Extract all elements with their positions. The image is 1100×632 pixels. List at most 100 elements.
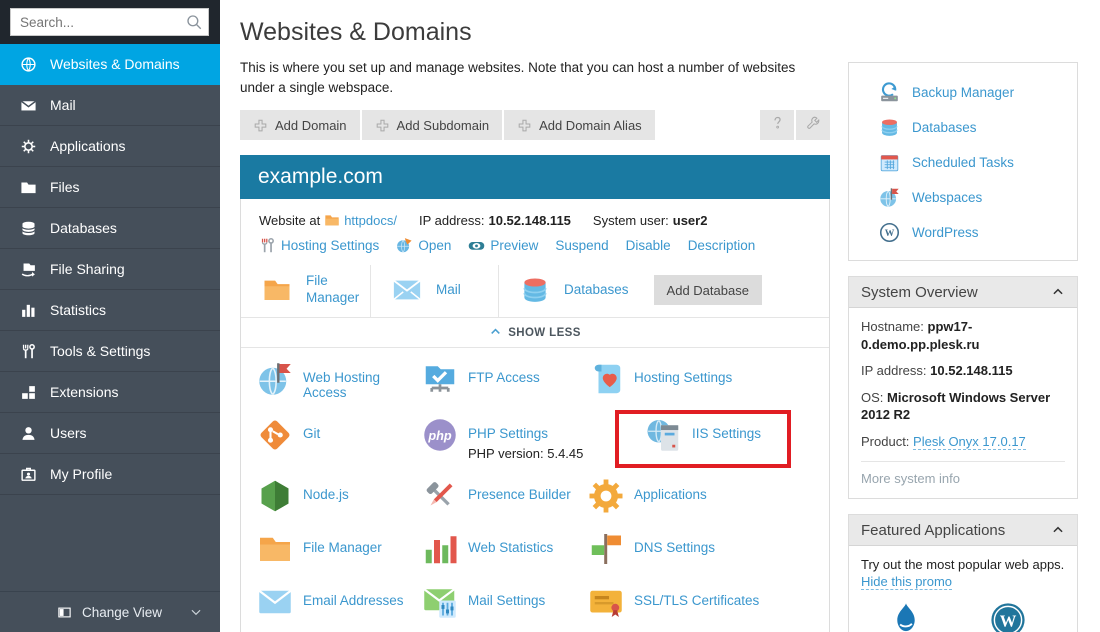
sidebar-item-label: File Sharing bbox=[50, 261, 125, 277]
help-button[interactable] bbox=[760, 110, 794, 140]
grid-item-iis-settings[interactable]: IIS Settings bbox=[588, 417, 829, 478]
php-version-text: PHP version: 5.4.45 bbox=[468, 446, 583, 461]
domain-actions: Hosting Settings Open Preview Suspend bbox=[241, 228, 829, 265]
mail-icon bbox=[20, 97, 37, 114]
domain-card: example.com Website at httpdocs/ IP addr… bbox=[240, 155, 830, 632]
file-manager-tile[interactable]: File Manager bbox=[241, 265, 370, 317]
globe-icon bbox=[20, 56, 37, 73]
hosting-settings-link[interactable]: Hosting Settings bbox=[259, 237, 379, 254]
sidebar-item-my-profile[interactable]: My Profile bbox=[0, 454, 220, 495]
bar-chart-icon bbox=[422, 531, 458, 567]
page-title: Websites & Domains bbox=[240, 18, 830, 47]
sidebar-item-file-sharing[interactable]: File Sharing bbox=[0, 249, 220, 290]
flags-icon bbox=[588, 531, 624, 567]
database-icon bbox=[20, 220, 37, 237]
sidebar-item-label: Mail bbox=[50, 97, 76, 113]
grid-item-hosting-settings[interactable]: Hosting Settings bbox=[588, 361, 829, 417]
change-view-button[interactable]: Change View bbox=[0, 591, 220, 632]
shortcut-databases[interactable]: Databases bbox=[849, 110, 1077, 145]
scroll-heart-icon bbox=[588, 361, 624, 397]
featured-applications-title: Featured Applications bbox=[861, 522, 1005, 539]
grid-item-web-hosting-access[interactable]: Web Hosting Access bbox=[257, 361, 422, 417]
envelope-icon bbox=[389, 275, 425, 305]
question-mark-icon bbox=[769, 114, 786, 136]
sidebar-item-label: Users bbox=[50, 425, 87, 441]
search-icon[interactable] bbox=[185, 13, 203, 31]
more-system-info-link[interactable]: More system info bbox=[861, 461, 1065, 486]
databases-link[interactable]: Databases bbox=[564, 282, 629, 299]
change-view-label: Change View bbox=[82, 605, 162, 620]
plus-icon bbox=[375, 118, 390, 133]
folder-icon bbox=[257, 531, 293, 567]
grid-item-ftp-access[interactable]: FTP Access bbox=[422, 361, 588, 417]
shortcut-wordpress[interactable]: W WordPress bbox=[849, 215, 1077, 250]
product-version-link[interactable]: Plesk Onyx 17.0.17 bbox=[913, 434, 1026, 450]
grid-item-nodejs[interactable]: Node.js bbox=[257, 478, 422, 531]
sidebar-item-applications[interactable]: Applications bbox=[0, 126, 220, 167]
mail-tile[interactable]: Mail bbox=[370, 265, 498, 317]
grid-item-file-manager[interactable]: File Manager bbox=[257, 531, 422, 584]
sidebar-item-websites-domains[interactable]: Websites & Domains bbox=[0, 44, 220, 85]
show-less-toggle[interactable]: SHOW LESS bbox=[241, 318, 829, 348]
iis-server-icon bbox=[646, 417, 682, 453]
add-domain-button[interactable]: Add Domain bbox=[240, 110, 360, 140]
calendar-icon bbox=[879, 152, 900, 173]
backup-drive-icon bbox=[879, 82, 900, 103]
httpdocs-link[interactable]: httpdocs/ bbox=[344, 213, 397, 228]
sidebar-item-tools-settings[interactable]: Tools & Settings bbox=[0, 331, 220, 372]
main-content: Websites & Domains This is where you set… bbox=[220, 0, 848, 632]
add-subdomain-button[interactable]: Add Subdomain bbox=[362, 110, 503, 140]
sidebar-item-files[interactable]: Files bbox=[0, 167, 220, 208]
domain-info-line: Website at httpdocs/ IP address: 10.52.1… bbox=[241, 199, 829, 228]
page-description: This is where you set up and manage webs… bbox=[240, 58, 818, 97]
collapse-caret-icon[interactable] bbox=[1051, 523, 1065, 537]
nodejs-icon bbox=[257, 478, 293, 514]
featured-app-wordpress[interactable]: W WordPress bbox=[977, 601, 1039, 632]
preview-link[interactable]: Preview bbox=[468, 237, 538, 254]
search-input[interactable] bbox=[10, 8, 209, 36]
grid-item-dns-settings[interactable]: DNS Settings bbox=[588, 531, 829, 584]
description-link[interactable]: Description bbox=[688, 238, 756, 253]
grid-item-web-statistics[interactable]: Web Statistics bbox=[422, 531, 588, 584]
shortcut-backup-manager[interactable]: Backup Manager bbox=[849, 75, 1077, 110]
grid-item-git[interactable]: Git bbox=[257, 417, 422, 478]
sidebar-item-label: Extensions bbox=[50, 384, 118, 400]
disable-link[interactable]: Disable bbox=[626, 238, 671, 253]
shortcut-scheduled-tasks[interactable]: Scheduled Tasks bbox=[849, 145, 1077, 180]
system-overview-panel: System Overview Hostname: ppw17-0.demo.p… bbox=[848, 276, 1078, 499]
sidebar-item-extensions[interactable]: Extensions bbox=[0, 372, 220, 413]
grid-item-presence-builder[interactable]: Presence Builder bbox=[422, 478, 588, 531]
collapse-caret-icon[interactable] bbox=[1051, 285, 1065, 299]
plus-icon bbox=[253, 118, 268, 133]
ip-row: IP address: 10.52.148.115 bbox=[861, 362, 1065, 380]
sidebar-item-statistics[interactable]: Statistics bbox=[0, 290, 220, 331]
open-link[interactable]: Open bbox=[396, 237, 451, 254]
grid-item-php-settings[interactable]: php PHP Settings PHP version: 5.4.45 bbox=[422, 417, 588, 478]
php-icon: php bbox=[422, 417, 458, 453]
grid-item-ssl-certificates[interactable]: SSL/TLS Certificates bbox=[588, 584, 829, 632]
grid-item-email-addresses[interactable]: Email Addresses bbox=[257, 584, 422, 632]
suspend-link[interactable]: Suspend bbox=[555, 238, 608, 253]
toolbar: Add Domain Add Subdomain Add Domain Alia… bbox=[240, 110, 830, 140]
folder-icon bbox=[259, 275, 295, 305]
featured-app-drupal[interactable]: Drupal bbox=[887, 601, 925, 632]
grid-item-applications[interactable]: Applications bbox=[588, 478, 829, 531]
sidebar-item-label: Files bbox=[50, 179, 80, 195]
hide-promo-link[interactable]: Hide this promo bbox=[861, 574, 952, 590]
shortcut-webspaces[interactable]: Webspaces bbox=[849, 180, 1077, 215]
drupal-icon bbox=[887, 601, 925, 632]
sidebar-item-mail[interactable]: Mail bbox=[0, 85, 220, 126]
svg-text:php: php bbox=[427, 428, 452, 443]
settings-wrench-button[interactable] bbox=[796, 110, 830, 140]
sidebar-item-users[interactable]: Users bbox=[0, 413, 220, 454]
grid-item-mail-settings[interactable]: Mail Settings bbox=[422, 584, 588, 632]
sidebar-item-databases[interactable]: Databases bbox=[0, 208, 220, 249]
add-database-button[interactable]: Add Database bbox=[654, 275, 762, 305]
featured-applications-panel: Featured Applications Try out the most p… bbox=[848, 514, 1078, 632]
add-domain-alias-button[interactable]: Add Domain Alias bbox=[504, 110, 655, 140]
envelope-icon bbox=[257, 584, 293, 620]
database-icon bbox=[517, 275, 553, 305]
sidebar-item-label: Applications bbox=[50, 138, 126, 154]
system-user-value: user2 bbox=[673, 213, 708, 228]
system-overview-title: System Overview bbox=[861, 284, 978, 301]
